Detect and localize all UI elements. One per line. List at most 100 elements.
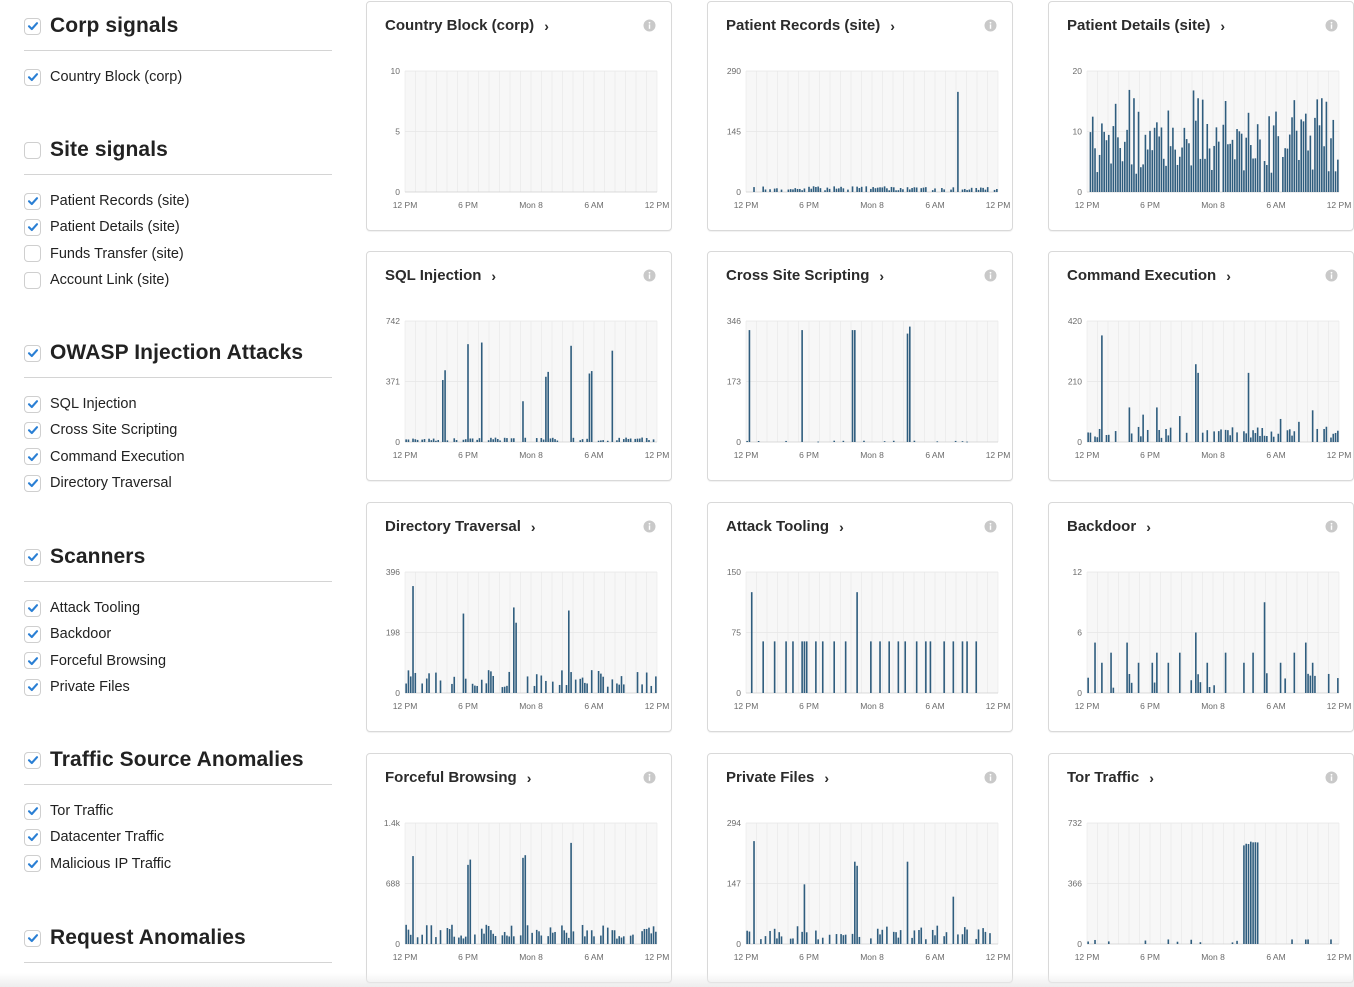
chart-bar <box>931 929 934 944</box>
signal-group-header[interactable]: Request Anomalies <box>24 920 332 956</box>
group-checkbox[interactable] <box>24 751 41 769</box>
signal-item-label: Forceful Browsing <box>50 652 167 669</box>
signal-checkbox[interactable] <box>24 395 41 413</box>
chart-bar <box>879 934 881 944</box>
signal-group-header[interactable]: OWASP Injection Attacks <box>24 335 332 371</box>
chart-bar <box>455 440 458 442</box>
checkmark-icon <box>27 400 38 409</box>
signal-group-header[interactable]: Site signals <box>24 132 332 168</box>
chart-bar <box>1256 842 1259 944</box>
signal-checkbox[interactable] <box>24 828 41 846</box>
chart-bar <box>435 440 437 442</box>
signal-checkbox[interactable] <box>24 448 41 466</box>
signal-item[interactable]: Directory Traversal <box>24 470 332 496</box>
chart-bar <box>851 933 854 944</box>
chart-bar <box>1178 416 1181 442</box>
signal-item[interactable]: SQL Injection <box>24 391 332 417</box>
chart-bar <box>503 931 506 944</box>
signal-checkbox[interactable] <box>24 421 41 439</box>
chart-bar <box>1270 431 1273 442</box>
signal-item[interactable]: Attack Tooling <box>24 595 332 621</box>
chart-bar <box>648 927 650 944</box>
chart-bar <box>1298 421 1300 442</box>
chart-bar <box>622 439 625 442</box>
chart-bar <box>1165 428 1167 442</box>
chart-bar <box>1238 131 1241 192</box>
signal-item-label: Cross Site Scripting <box>50 422 178 439</box>
signal-checkbox[interactable] <box>24 271 41 289</box>
signal-item[interactable]: Command Execution <box>24 444 332 470</box>
chart-bar <box>1263 161 1266 192</box>
chart-bar <box>1197 372 1199 442</box>
chart-bar <box>890 186 893 192</box>
checkmark-icon <box>27 833 38 842</box>
chart-bar <box>428 438 430 442</box>
group-checkbox[interactable] <box>24 344 41 362</box>
signal-checkbox[interactable] <box>24 678 41 696</box>
signal-item-label: Command Execution <box>50 448 185 465</box>
signal-item[interactable]: Country Block (corp) <box>24 64 332 90</box>
signal-item[interactable]: Malicious IP Traffic <box>24 851 332 877</box>
signal-item[interactable]: Patient Records (site) <box>24 188 332 214</box>
chart-bar <box>1094 148 1096 192</box>
chart-bar <box>538 931 540 944</box>
chart-bar <box>934 188 936 192</box>
signal-chart-card: Command Execution › 420 210 0 12 PM 6 PM Mon 86… <box>1048 251 1354 481</box>
chart-bar <box>805 932 808 944</box>
chart-bar <box>982 928 984 944</box>
chart-bar <box>803 188 806 192</box>
signal-group-header[interactable]: Scanners <box>24 539 332 575</box>
signal-checkbox[interactable] <box>24 599 41 617</box>
chart-bar <box>492 933 495 944</box>
signal-chart-card: Cross Site Scripting › 346 173 0 12 PM 6 PM Mon… <box>707 251 1013 481</box>
chart-bar <box>471 683 474 693</box>
chart-bar <box>432 438 435 442</box>
signal-item[interactable]: Cross Site Scripting <box>24 417 332 443</box>
chart-bar <box>1300 119 1303 192</box>
signal-group-header[interactable]: Traffic Source Anomalies <box>24 742 332 778</box>
signal-checkbox[interactable] <box>24 68 41 86</box>
signal-item[interactable]: Datacenter Traffic <box>24 824 332 850</box>
chart-bar <box>494 935 497 944</box>
x-tick-label: 6 PM <box>1140 952 1160 962</box>
signal-checkbox[interactable] <box>24 802 41 820</box>
signal-item[interactable]: Account Link (site) <box>24 267 332 293</box>
group-checkbox[interactable] <box>24 141 41 159</box>
chart-bar <box>934 935 936 944</box>
group-checkbox[interactable] <box>24 548 41 566</box>
x-tick-label: 6 AM <box>584 952 603 962</box>
chart-bar <box>821 641 824 693</box>
chart-bar <box>1098 154 1101 192</box>
group-checkbox[interactable] <box>24 929 41 947</box>
group-checkbox[interactable] <box>24 17 41 35</box>
chart-bar <box>876 187 879 192</box>
chart-bar <box>1304 642 1307 693</box>
signal-group-header[interactable]: Corp signals <box>24 8 332 44</box>
chart-bar <box>1206 430 1209 442</box>
chart-bar <box>1158 429 1160 442</box>
signal-checkbox[interactable] <box>24 192 41 210</box>
chart-bar <box>453 438 456 442</box>
signal-checkbox[interactable] <box>24 474 41 492</box>
chart-bar <box>1133 98 1135 192</box>
chart-bar <box>506 438 508 442</box>
chart-bar <box>856 592 858 693</box>
chart-bar <box>579 440 582 442</box>
chart-bar <box>968 189 971 192</box>
signal-item[interactable]: Forceful Browsing <box>24 648 332 674</box>
signal-checkbox[interactable] <box>24 245 41 263</box>
signal-checkbox[interactable] <box>24 625 41 643</box>
signal-item[interactable]: Funds Transfer (site) <box>24 241 332 267</box>
signal-checkbox[interactable] <box>24 218 41 236</box>
signal-item[interactable]: Private Files <box>24 674 332 700</box>
signal-item[interactable]: Patient Details (site) <box>24 214 332 240</box>
signal-checkbox[interactable] <box>24 652 41 670</box>
signal-checkbox[interactable] <box>24 855 41 873</box>
chart-bar <box>1332 433 1335 442</box>
signal-item[interactable]: Backdoor <box>24 621 332 647</box>
signal-item[interactable]: Tor Traffic <box>24 798 332 824</box>
chart-bar <box>1284 678 1286 693</box>
signal-item-label: Tor Traffic <box>50 803 114 820</box>
y-tick-label: 0 <box>736 688 741 698</box>
x-tick-label: 12 PM <box>986 701 1011 711</box>
